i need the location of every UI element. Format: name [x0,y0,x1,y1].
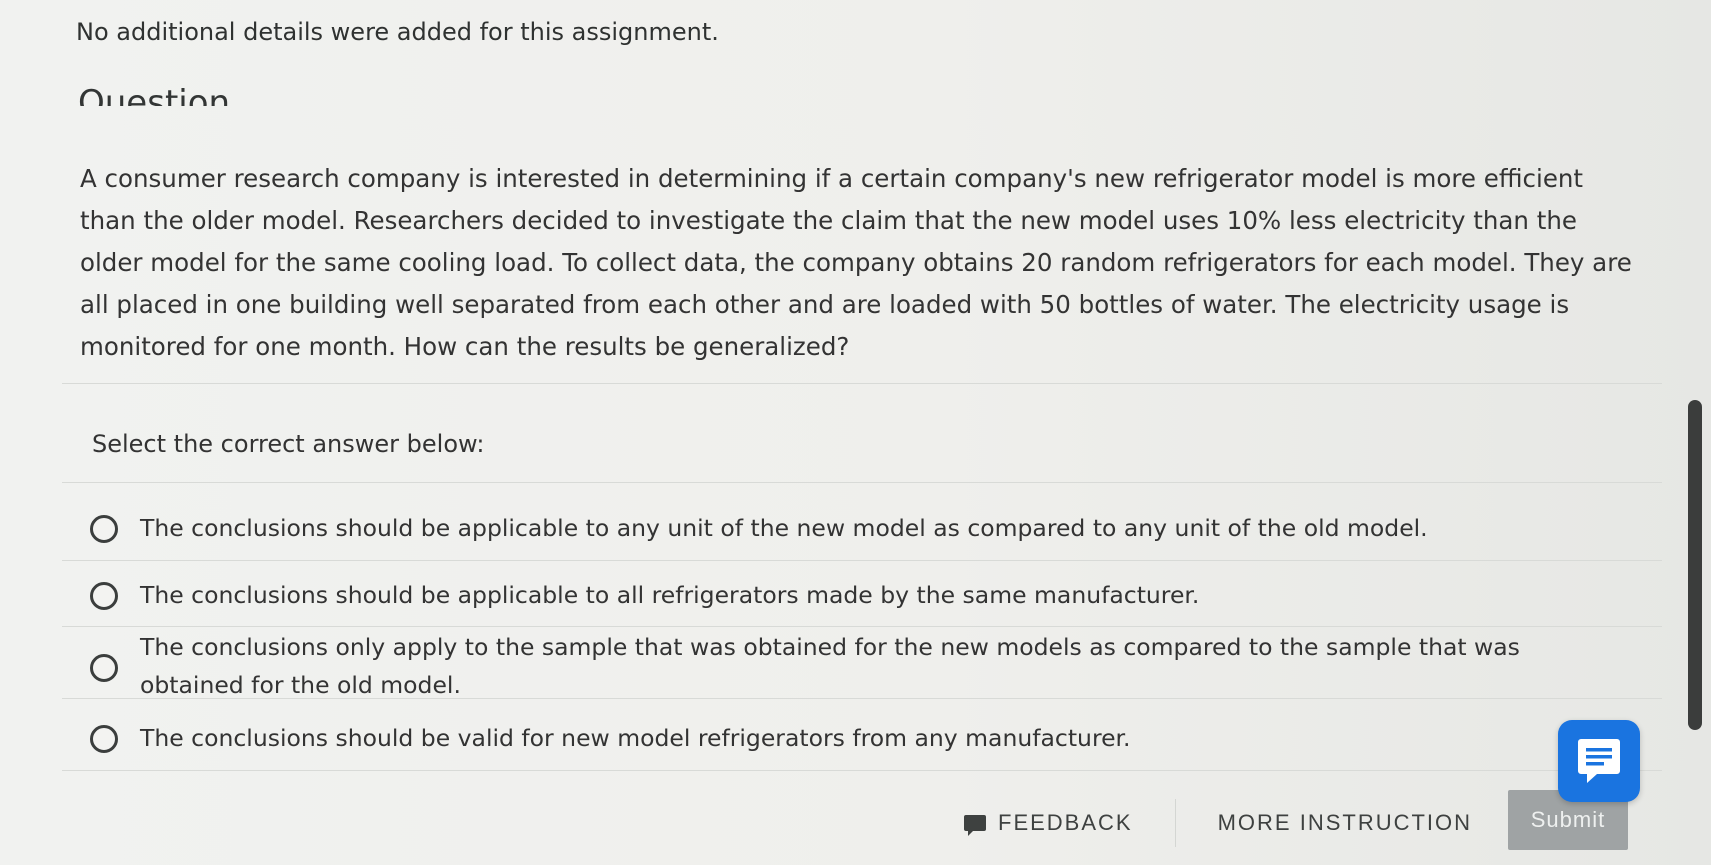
divider [62,770,1662,771]
chat-button[interactable] [1558,720,1640,802]
more-instruction-button[interactable]: MORE INSTRUCTION [1194,800,1496,846]
divider [62,383,1662,384]
radio-button[interactable] [90,515,118,543]
submit-label: Submit [1530,807,1606,832]
scrollbar[interactable] [1688,400,1702,730]
answer-option-2[interactable]: The conclusions should be applicable to … [82,572,1662,622]
question-heading: Question [78,83,231,106]
divider [62,698,1662,699]
divider [62,482,1662,483]
answer-option-3[interactable]: The conclusions only apply to the sample… [82,628,1662,700]
feedback-button[interactable]: FEEDBACK [940,800,1157,846]
question-text: A consumer research company is intereste… [80,164,1632,361]
option-label: The conclusions should be applicable to … [140,581,1200,609]
radio-button[interactable] [90,654,118,682]
button-separator [1174,799,1176,847]
divider [62,626,1662,627]
radio-button[interactable] [90,725,118,753]
answer-option-4[interactable]: The conclusions should be valid for new … [82,715,1662,765]
assignment-page: No additional details were added for thi… [0,0,1711,865]
feedback-label: FEEDBACK [998,810,1133,835]
answer-option-1[interactable]: The conclusions should be applicable to … [82,505,1662,555]
feedback-icon [964,815,986,836]
assignment-details: No additional details were added for thi… [76,18,719,46]
option-label: The conclusions should be valid for new … [140,724,1131,752]
more-instruction-label: MORE INSTRUCTION [1217,810,1473,835]
footer-actions: FEEDBACK MORE INSTRUCTION [940,795,1496,851]
answer-prompt: Select the correct answer below: [92,430,485,458]
radio-button[interactable] [90,582,118,610]
option-label: The conclusions should be applicable to … [140,514,1428,542]
divider [62,560,1662,561]
option-label: The conclusions only apply to the sample… [140,633,1520,699]
chat-icon [1578,739,1620,783]
